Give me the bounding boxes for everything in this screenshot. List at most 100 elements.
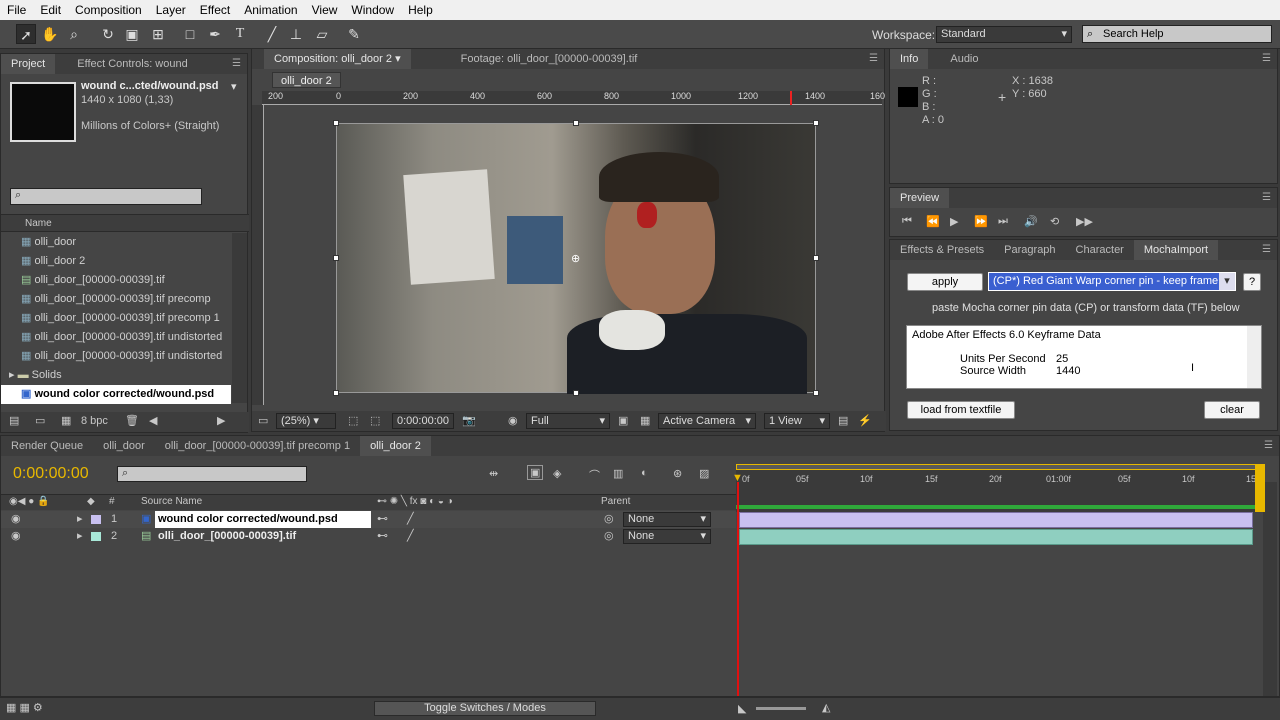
shy-switch-icon[interactable]: ⊷ — [377, 528, 388, 545]
hand-tool-icon[interactable]: ✋ — [40, 24, 60, 44]
draft-3d-icon[interactable]: ◈ — [553, 467, 561, 480]
work-area-end[interactable] — [1255, 464, 1265, 512]
panel-menu-icon[interactable]: ☰ — [1264, 440, 1273, 451]
view-layout-dropdown[interactable]: 1 View ▾ — [764, 413, 830, 429]
rectangle-tool-icon[interactable]: □ — [180, 24, 200, 44]
panel-menu-icon[interactable]: ☰ — [869, 53, 878, 64]
list-item[interactable]: ▸ ▬ Solids — [1, 366, 231, 385]
shy-switch-icon[interactable]: ⊷ — [377, 511, 388, 528]
transform-handle[interactable] — [333, 120, 339, 126]
tab-preview[interactable]: Preview — [890, 188, 950, 208]
current-time-indicator[interactable] — [737, 482, 739, 696]
expand-arrow-icon[interactable]: ▸ — [77, 511, 83, 528]
tab-audio[interactable]: Audio — [940, 49, 988, 69]
tab-character[interactable]: Character — [1066, 240, 1134, 260]
fast-previews-icon[interactable]: ⚡ — [858, 414, 872, 427]
menu-animation[interactable]: Animation — [237, 3, 304, 17]
help-button[interactable]: ? — [1243, 273, 1261, 291]
list-item[interactable]: ▦ olli_door_[00000-00039].tif precomp 1 — [1, 309, 231, 328]
zoom-dropdown[interactable]: (25%) ▾ — [276, 413, 336, 429]
transform-handle[interactable] — [813, 120, 819, 126]
expand-arrow-icon[interactable]: ▸ — [77, 528, 83, 545]
last-frame-icon[interactable]: ⏭ — [998, 215, 1008, 228]
brainstorm-icon[interactable]: ⊛ — [673, 467, 682, 480]
layer-name[interactable]: wound color corrected/wound.psd — [155, 511, 371, 528]
composition-breadcrumb[interactable]: olli_door 2 — [272, 72, 341, 88]
layer-bar-2[interactable] — [739, 529, 1253, 545]
eraser-tool-icon[interactable]: ▱ — [312, 24, 332, 44]
layer-row[interactable]: ◉ ▸ 2 ▤ olli_door_[00000-00039].tif ⊷ ╱ … — [1, 528, 736, 545]
tab-mochaimport[interactable]: MochaImport — [1133, 240, 1219, 260]
zoom-slider[interactable] — [756, 707, 806, 710]
av-features-icon[interactable]: ◉◀ ● 🔒 — [9, 496, 49, 507]
pickwhip-icon[interactable]: ◎ — [604, 528, 614, 545]
tab-project[interactable]: Project — [1, 54, 56, 74]
transform-handle[interactable] — [573, 390, 579, 396]
panel-menu-icon[interactable]: ☰ — [1262, 53, 1271, 64]
tab-composition[interactable]: Composition: olli_door 2 ▾ — [264, 49, 411, 69]
playhead-icon[interactable]: ▼ — [732, 472, 743, 484]
list-item[interactable]: ▤ olli_door_[00000-00039].tif — [1, 271, 231, 290]
menu-edit[interactable]: Edit — [33, 3, 68, 17]
scroll-left-icon[interactable]: ◀ — [149, 414, 157, 427]
work-area-bar[interactable] — [736, 464, 1260, 470]
resolution-dropdown[interactable]: Full ▾ — [526, 413, 610, 429]
item-dropdown-icon[interactable]: ▾ — [231, 80, 237, 93]
zoom-tool-icon[interactable]: ⌕ — [64, 24, 84, 44]
tab-effects-presets[interactable]: Effects & Presets — [890, 240, 994, 260]
tab-olli-door[interactable]: olli_door — [93, 436, 155, 456]
transparency-grid-icon[interactable]: ⬚ — [370, 414, 380, 427]
camera-dropdown[interactable]: Active Camera ▾ — [658, 413, 756, 429]
layer-switches-icon[interactable]: ▦ ▦ ⚙ — [6, 701, 43, 714]
timeline-timecode[interactable]: 0:00:00:00 — [13, 465, 89, 483]
comp-mini-flowchart-icon[interactable]: ⇹ — [489, 467, 498, 480]
zoom-in-icon[interactable]: ◭ — [822, 701, 830, 714]
list-item[interactable]: ▦ olli_door_[00000-00039].tif undistorte… — [1, 347, 231, 366]
camera-tool-icon[interactable]: ▣ — [122, 24, 142, 44]
layer-name[interactable]: olli_door_[00000-00039].tif — [158, 528, 296, 545]
always-preview-icon[interactable]: ▭ — [258, 414, 268, 427]
checkerboard-icon[interactable]: ▦ — [640, 414, 650, 427]
clone-stamp-tool-icon[interactable]: ⊥ — [286, 24, 306, 44]
frame-blending-icon[interactable]: ▥ — [613, 467, 623, 480]
ram-preview-icon[interactable]: ▶▶ — [1076, 215, 1093, 228]
mode-dropdown[interactable]: (CP*) Red Giant Warp corner pin - keep f… — [988, 272, 1236, 291]
tab-footage[interactable]: Footage: olli_door_[00000-00039].tif — [451, 49, 648, 69]
visibility-eye-icon[interactable]: ◉ — [11, 511, 21, 528]
quality-switch-icon[interactable]: ╱ — [407, 511, 414, 528]
audio-icon[interactable]: 🔊 — [1024, 215, 1038, 228]
transform-handle[interactable] — [813, 255, 819, 261]
tab-effect-controls[interactable]: Effect Controls: wound — [67, 54, 197, 74]
menu-effect[interactable]: Effect — [193, 3, 237, 17]
tab-precomp[interactable]: olli_door_[00000-00039].tif precomp 1 — [155, 436, 360, 456]
rotate-tool-icon[interactable]: ↻ — [98, 24, 118, 44]
first-frame-icon[interactable]: ⏮ — [902, 215, 912, 228]
col-num[interactable]: # — [109, 496, 115, 507]
channel-icon[interactable]: ◉ — [508, 414, 518, 427]
play-icon[interactable]: ▶ — [950, 215, 958, 228]
puppet-pin-tool-icon[interactable]: ✎ — [344, 24, 364, 44]
layer-bar-1[interactable] — [739, 512, 1253, 528]
trash-icon[interactable]: 🗑 — [125, 414, 139, 427]
load-from-textfile-button[interactable]: load from textfile — [907, 401, 1015, 419]
region-icon[interactable]: ▣ — [618, 414, 628, 427]
type-tool-icon[interactable]: T — [230, 24, 250, 44]
timeline-search-input[interactable]: ⌕ — [117, 466, 307, 482]
composition-frame[interactable]: ⊕ — [336, 123, 816, 394]
motion-blur-icon[interactable]: ◐ — [641, 467, 648, 479]
project-scrollbar[interactable] — [232, 233, 247, 403]
timeline-scrollbar[interactable] — [1263, 482, 1277, 696]
anchor-point-icon[interactable]: ⊕ — [571, 252, 580, 265]
loop-icon[interactable]: ⟲ — [1050, 215, 1059, 228]
parent-dropdown[interactable]: None ▾ — [623, 512, 711, 527]
tab-olli-door-2[interactable]: olli_door 2 — [360, 436, 431, 456]
col-name[interactable]: Name — [25, 218, 52, 229]
pan-behind-tool-icon[interactable]: ⊞ — [148, 24, 168, 44]
next-frame-icon[interactable]: ⏩ — [974, 215, 988, 228]
transform-handle[interactable] — [813, 390, 819, 396]
transform-handle[interactable] — [333, 255, 339, 261]
menu-composition[interactable]: Composition — [68, 3, 149, 17]
quality-switch-icon[interactable]: ╱ — [407, 528, 414, 545]
menu-help[interactable]: Help — [401, 3, 440, 17]
panel-menu-icon[interactable]: ☰ — [1262, 244, 1271, 255]
